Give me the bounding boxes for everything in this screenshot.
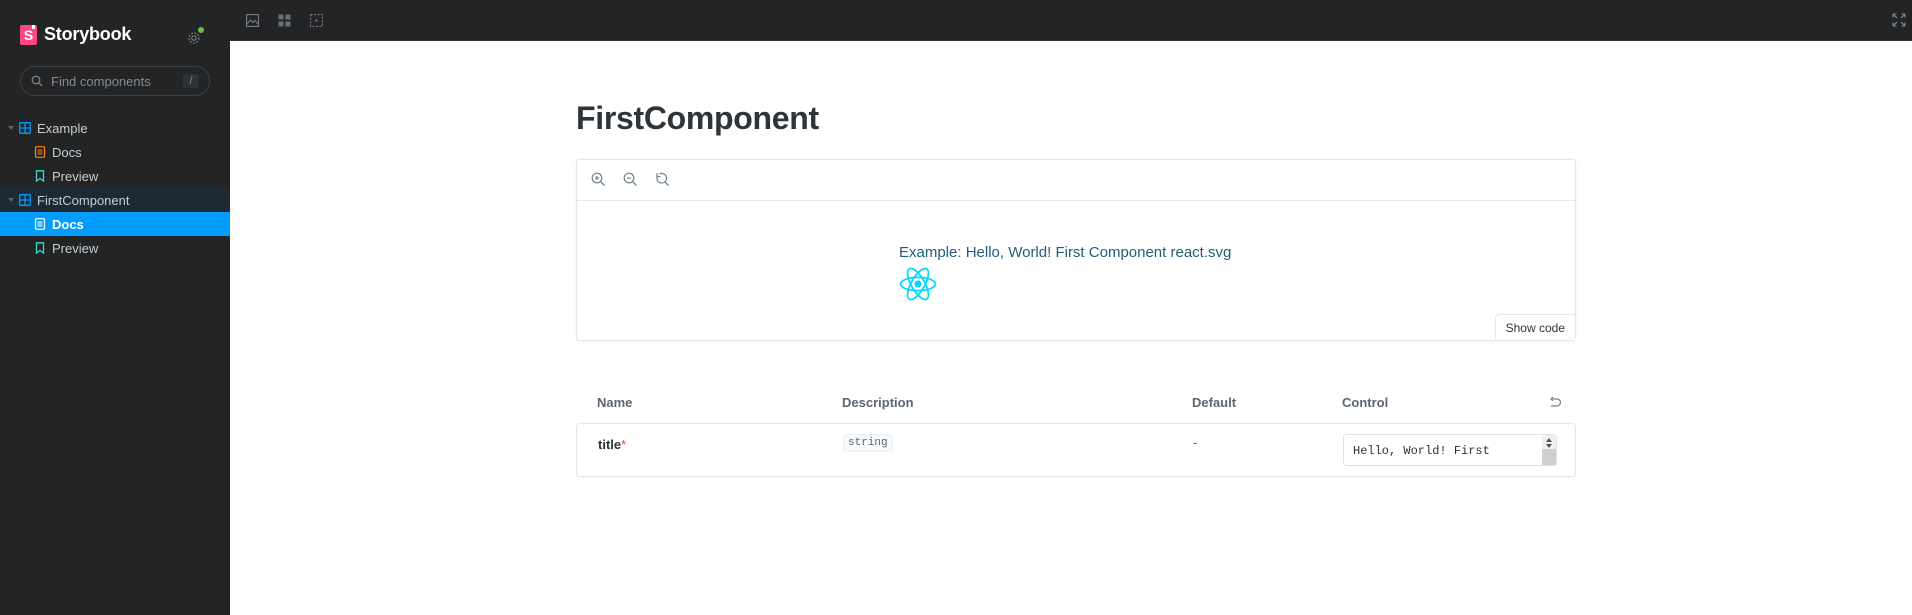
component-icon — [19, 122, 31, 134]
page-title: FirstComponent — [576, 100, 819, 136]
args-table: Name Description Default Control title* … — [576, 387, 1576, 477]
control-value: Hello, World! First — [1353, 444, 1490, 458]
show-code-button[interactable]: Show code — [1494, 314, 1575, 340]
storybook-app: S Storybook Find components / Example Do… — [0, 0, 1912, 615]
bookmark-icon — [35, 242, 45, 254]
fullscreen-icon — [1892, 13, 1906, 27]
search-shortcut: / — [183, 74, 199, 88]
main-panel: FirstComponent Example: Hello, World! Fi… — [230, 0, 1912, 615]
tree-group-example[interactable]: Example — [0, 116, 230, 140]
story-text: Example: Hello, World! First Component r… — [899, 244, 1232, 261]
story-preview: Example: Hello, World! First Component r… — [899, 244, 1231, 308]
zoom-out-button[interactable] — [623, 172, 639, 188]
docs-page: FirstComponent Example: Hello, World! Fi… — [576, 100, 1576, 477]
textarea-scrollbar[interactable] — [1542, 435, 1556, 465]
header-control: Control — [1342, 394, 1389, 410]
grid-icon — [278, 14, 290, 26]
args-table-header: Name Description Default Control — [576, 387, 1576, 417]
tree-label: Preview — [52, 168, 99, 184]
storybook-logo-icon: S — [20, 24, 37, 45]
required-marker: * — [621, 437, 627, 452]
zoom-reset-icon — [656, 172, 669, 186]
zoom-reset-button[interactable] — [655, 172, 671, 188]
scroll-down-icon[interactable] — [1546, 444, 1552, 448]
title-control-textarea[interactable]: Hello, World! First — [1343, 434, 1557, 466]
search-placeholder: Find components — [51, 73, 151, 89]
sidebar: S Storybook Find components / Example Do… — [0, 0, 230, 615]
reset-controls-button[interactable] — [1548, 395, 1562, 409]
zoom-out-icon — [623, 172, 637, 186]
tree-item-firstcomponent-docs[interactable]: Docs — [0, 212, 230, 236]
arg-name: title* — [598, 437, 626, 452]
arg-name-text: title — [598, 437, 622, 452]
chevron-down-icon[interactable] — [8, 126, 14, 130]
header-description: Description — [842, 394, 914, 410]
tree-item-example-docs[interactable]: Docs — [0, 140, 230, 164]
fullscreen-button[interactable] — [1892, 13, 1908, 29]
tree-group-firstcomponent[interactable]: FirstComponent — [0, 188, 230, 212]
header-name: Name — [597, 394, 633, 410]
canvas-toolbar — [577, 160, 1575, 201]
zoom-in-button[interactable] — [591, 172, 607, 188]
image-icon — [245, 13, 259, 27]
tree-label: FirstComponent — [37, 192, 130, 208]
chevron-down-icon[interactable] — [8, 198, 14, 202]
header-default: Default — [1192, 394, 1237, 410]
react-logo-icon — [899, 267, 937, 301]
document-icon — [34, 218, 46, 230]
search-input[interactable]: Find components / — [20, 66, 210, 96]
component-icon — [19, 194, 31, 206]
status-dot — [198, 27, 204, 33]
document-icon — [34, 146, 46, 158]
tree-item-firstcomponent-preview[interactable]: Preview — [0, 236, 230, 260]
bookmark-icon — [35, 170, 45, 182]
tree-label: Preview — [52, 240, 99, 256]
search-icon — [31, 75, 43, 87]
tree-label: Example — [37, 120, 88, 136]
preview-toolbar — [230, 0, 1912, 41]
table-row: title* string - Hello, World! First — [576, 423, 1576, 477]
undo-icon — [1550, 396, 1562, 407]
zoom-in-icon — [591, 172, 605, 186]
tree-label: Docs — [52, 216, 84, 232]
settings-button[interactable] — [186, 26, 206, 46]
story-canvas: Example: Hello, World! First Component r… — [576, 159, 1576, 341]
arg-default: - — [1193, 435, 1198, 450]
outline-button[interactable] — [308, 12, 324, 28]
grid-button[interactable] — [276, 12, 292, 28]
resize-handle[interactable] — [1542, 449, 1556, 465]
outline-icon — [309, 13, 323, 27]
brand-name: Storybook — [44, 24, 132, 44]
tree-item-example-preview[interactable]: Preview — [0, 164, 230, 188]
component-tree: Example Docs Preview FirstComponent Docs — [0, 116, 230, 260]
tree-label: Docs — [52, 144, 82, 160]
arg-type: string — [843, 434, 893, 452]
scroll-up-icon[interactable] — [1546, 438, 1552, 442]
brand[interactable]: S Storybook — [20, 24, 131, 45]
background-button[interactable] — [244, 12, 260, 28]
